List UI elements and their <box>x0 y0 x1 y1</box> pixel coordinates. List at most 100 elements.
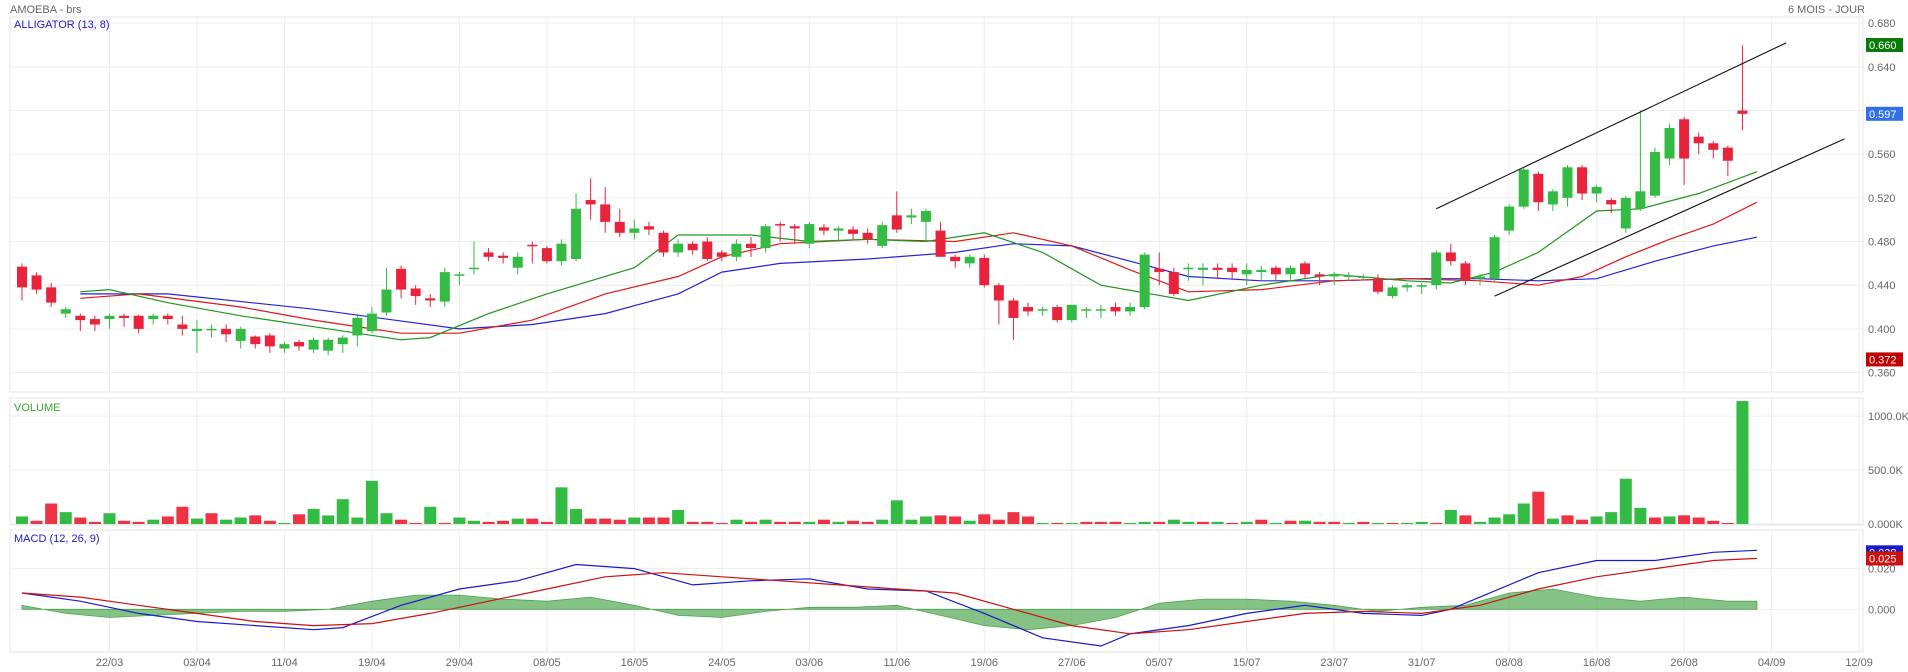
candle-body <box>148 315 159 320</box>
volume-bar <box>861 521 874 524</box>
volume-bar <box>1590 516 1603 524</box>
x-tick-label: 03/06 <box>796 657 824 669</box>
volume-bar <box>511 518 524 524</box>
candle-body <box>1227 267 1238 273</box>
price-tag-label: 0.372 <box>1869 354 1897 366</box>
candle-body <box>848 229 859 234</box>
volume-bar <box>497 520 510 524</box>
candle-body <box>746 243 756 249</box>
volume-bar <box>467 520 480 524</box>
candle-body <box>687 243 698 251</box>
volume-bar <box>949 516 962 524</box>
volume-bar <box>1532 491 1545 524</box>
candle-body <box>1125 307 1136 312</box>
candle-body <box>731 243 742 257</box>
volume-bar <box>220 519 233 524</box>
volume-bar <box>45 503 58 524</box>
volume-bar <box>351 517 364 524</box>
candle-body <box>1154 268 1165 273</box>
candle-body <box>337 337 348 345</box>
candle-body <box>498 255 509 258</box>
candle-body <box>1606 200 1617 205</box>
candle-body <box>162 315 173 320</box>
candle-body <box>206 328 217 331</box>
x-tick-label: 08/08 <box>1495 657 1523 669</box>
volume-bar <box>1153 521 1166 524</box>
candle-body <box>1693 136 1704 144</box>
candle-body <box>862 232 873 240</box>
candle-body <box>1708 143 1719 150</box>
price-y-tick-label: 0.560 <box>1868 149 1896 161</box>
candle-body <box>1518 169 1529 207</box>
candle-body <box>1212 267 1223 270</box>
x-tick-label: 22/03 <box>96 657 124 669</box>
volume-y-tick-label: 0.000K <box>1868 519 1904 531</box>
candle-body <box>1387 287 1398 297</box>
candle-body <box>833 228 844 231</box>
candle-body <box>264 335 275 347</box>
volume-bar <box>234 517 247 524</box>
candle-body <box>775 224 786 226</box>
candle-body <box>1168 272 1179 294</box>
candle-body <box>323 339 334 351</box>
volume-y-tick-label: 1000.0K <box>1868 411 1908 423</box>
chart-canvas: AMOEBA - brs 6 MOIS - JOUR 0.680 0.640 0.6… <box>9 4 1908 669</box>
volume-bar <box>934 515 947 524</box>
candle-body <box>366 313 377 332</box>
candle-body <box>702 241 713 259</box>
volume-bar <box>1415 521 1428 524</box>
macd-series <box>21 549 1758 647</box>
x-axis: 22/03 03/04 11/04 19/04 29/04 08/05 16/05 24/05… <box>96 657 1873 669</box>
volume-bar <box>759 519 772 524</box>
candle-body <box>1664 127 1675 159</box>
volume-bar <box>1080 521 1093 524</box>
candle-body <box>1343 275 1354 277</box>
volume-bar <box>555 487 568 524</box>
volume-bar <box>715 522 728 524</box>
macd-tags: 0.0280.025 <box>1866 545 1903 566</box>
volume-bar <box>1196 521 1209 524</box>
candle-body <box>352 317 363 336</box>
volume-bar <box>263 520 276 524</box>
volume-y-axis: 1000.0K 500.0K 0.000K <box>1868 411 1908 531</box>
candle-body <box>1241 269 1252 275</box>
volume-bar <box>1488 517 1501 524</box>
volume-bar <box>963 520 976 524</box>
volume-bar <box>482 521 495 524</box>
volume-y-tick-label: 500.0K <box>1868 465 1904 477</box>
volume-bar <box>832 521 845 524</box>
candle-body <box>381 289 392 313</box>
candle-body <box>250 336 261 345</box>
candle-body <box>60 309 71 314</box>
volume-bar <box>1517 503 1530 524</box>
candle-body <box>1620 197 1631 229</box>
volume-bar <box>817 519 830 524</box>
volume-bar <box>1182 521 1195 524</box>
volume-bar <box>686 521 699 524</box>
alligator-lines <box>80 171 1758 341</box>
volume-bar <box>1707 520 1720 524</box>
candle-body <box>541 248 552 262</box>
candle-body <box>454 274 465 276</box>
symbol-label: AMOEBA - brs <box>10 4 82 16</box>
candle-body <box>935 230 946 257</box>
volume-gridlines <box>10 398 1863 525</box>
volume-bar <box>1503 514 1516 524</box>
volume-bar <box>176 506 189 524</box>
candle-body <box>1533 173 1544 203</box>
candle-body <box>46 287 57 303</box>
macd-gridlines <box>10 530 1863 652</box>
x-tick-label: 23/07 <box>1320 657 1348 669</box>
volume-bar <box>701 521 714 524</box>
candle-body <box>1416 285 1427 287</box>
x-tick-label: 31/07 <box>1408 657 1436 669</box>
volume-bar <box>540 521 553 524</box>
volume-bar <box>1109 521 1122 524</box>
period-label: 6 MOIS - JOUR <box>1788 4 1865 16</box>
volume-bar <box>745 521 757 524</box>
x-tick-label: 11/04 <box>271 657 298 669</box>
candle-body <box>294 341 305 347</box>
candle-body <box>629 228 640 233</box>
volume-bar <box>1051 522 1064 524</box>
volume-bar <box>190 518 203 524</box>
